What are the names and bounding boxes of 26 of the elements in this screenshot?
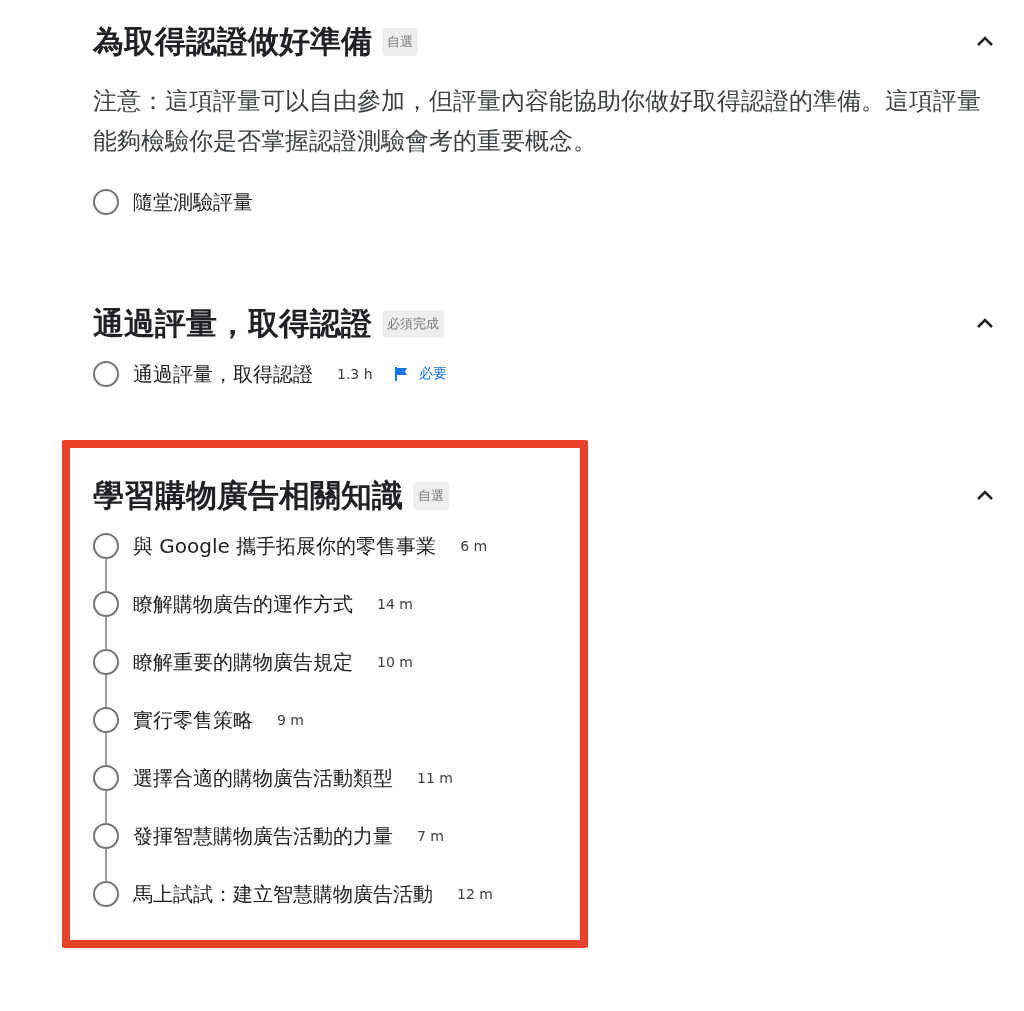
section-title: 學習購物廣告相關知識 [93, 476, 403, 515]
lesson-link[interactable]: 瞭解購物廣告的運作方式 [133, 590, 353, 618]
section-tag: 自選 [413, 482, 449, 510]
section-title: 為取得認證做好準備 [93, 22, 372, 61]
lesson-link[interactable]: 馬上試試：建立智慧購物廣告活動 [133, 880, 433, 908]
lesson-link[interactable]: 發揮智慧購物廣告活動的力量 [133, 822, 393, 850]
lesson-duration: 1.3 h [337, 366, 373, 382]
lesson-duration: 14 m [377, 596, 413, 612]
lesson-duration: 7 m [417, 828, 444, 844]
lesson-link[interactable]: 實行零售策略 [133, 706, 253, 734]
lesson-link[interactable]: 通過評量，取得認證 [133, 360, 313, 388]
lesson-duration: 9 m [277, 712, 304, 728]
section-tag: 必須完成 [382, 310, 444, 338]
lesson-link[interactable]: 選擇合適的購物廣告活動類型 [133, 764, 393, 792]
flag-icon [392, 366, 409, 382]
section-title: 通過評量，取得認證 [93, 304, 372, 343]
section-description: 注意：這項評量可以自由參加，但評量內容能協助你做好取得認證的準備。這項評量能夠檢驗你是否掌握認證測驗會考的重要概念。 [93, 86, 982, 157]
required-label: 必要 [418, 365, 447, 383]
section-tag: 自選 [382, 28, 418, 56]
lesson-duration: 10 m [377, 654, 413, 670]
lesson-duration: 6 m [460, 538, 488, 554]
lesson-duration: 11 m [417, 770, 453, 786]
lesson-duration: 12 m [457, 886, 493, 902]
lesson-link[interactable]: 隨堂測驗評量 [133, 188, 253, 216]
lesson-link[interactable]: 與 Google 攜手拓展你的零售事業 [133, 532, 437, 560]
lesson-link[interactable]: 瞭解重要的購物廣告規定 [133, 648, 353, 676]
